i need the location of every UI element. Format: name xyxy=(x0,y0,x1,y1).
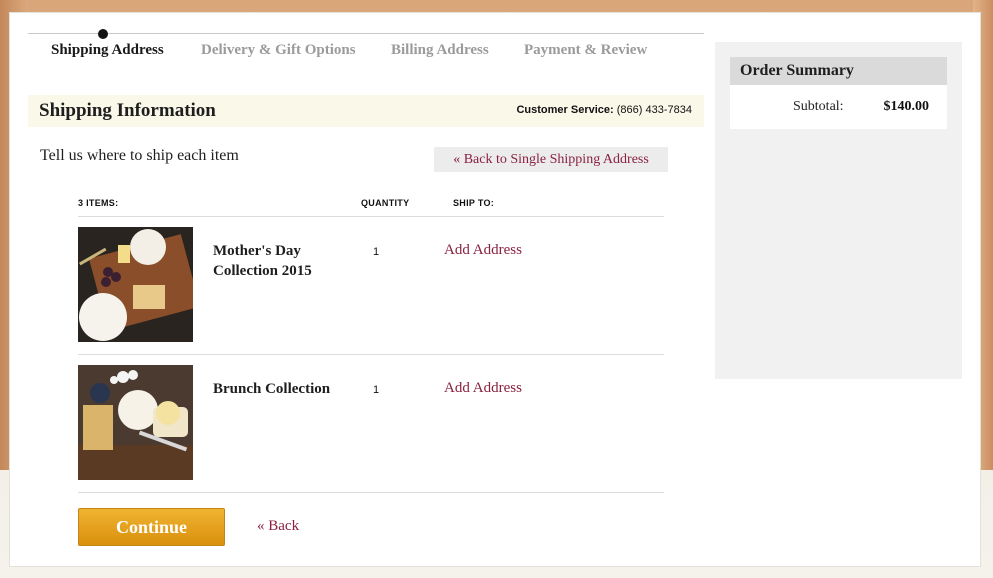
subtotal-label: Subtotal: xyxy=(793,99,844,114)
col-items: 3 ITEMS: xyxy=(78,198,119,208)
current-step-dot xyxy=(98,29,108,39)
step-delivery-gift-options: Delivery & Gift Options xyxy=(201,42,356,58)
continue-button[interactable]: Continue xyxy=(78,508,225,546)
product-quantity: 1 xyxy=(373,246,380,258)
customer-service-phone: (866) 433-7834 xyxy=(616,104,692,116)
intro-text: Tell us where to ship each item xyxy=(40,147,239,164)
checkout-panel: Shipping Address Delivery & Gift Options… xyxy=(9,12,981,567)
table-row: Mother's Day Collection 2015 1 Add Addre… xyxy=(78,216,664,355)
add-address-link[interactable]: Add Address xyxy=(444,242,522,259)
step-billing-address: Billing Address xyxy=(391,42,489,58)
table-row: Brunch Collection 1 Add Address xyxy=(78,354,664,493)
order-summary-body: Subtotal: $140.00 xyxy=(730,85,947,129)
checkout-progress: Shipping Address Delivery & Gift Options… xyxy=(28,29,704,74)
customer-service-label: Customer Service: xyxy=(516,104,614,116)
order-summary-header: Order Summary xyxy=(730,57,947,85)
step-payment-review: Payment & Review xyxy=(524,42,648,58)
product-image-cheese-board[interactable] xyxy=(78,227,193,342)
section-title: Shipping Information xyxy=(39,100,216,121)
shipping-info-bar: Shipping Information Customer Service: (… xyxy=(28,95,704,127)
col-quantity: QUANTITY xyxy=(361,198,410,208)
col-ship-to: SHIP TO: xyxy=(453,198,495,208)
product-quantity: 1 xyxy=(373,384,380,396)
subtotal-value: $140.00 xyxy=(883,99,930,114)
step-shipping-address: Shipping Address xyxy=(51,42,164,58)
customer-service: Customer Service: (866) 433-7834 xyxy=(516,104,692,116)
order-summary-panel: Order Summary Subtotal: $140.00 xyxy=(715,42,962,379)
back-link[interactable]: « Back xyxy=(257,518,299,535)
product-name[interactable]: Brunch Collection xyxy=(213,379,343,399)
back-to-single-shipping-button[interactable]: « Back to Single Shipping Address xyxy=(434,147,668,172)
add-address-link[interactable]: Add Address xyxy=(444,380,522,397)
order-summary-title: Order Summary xyxy=(740,62,854,79)
product-image-brunch[interactable] xyxy=(78,365,193,480)
product-name[interactable]: Mother's Day Collection 2015 xyxy=(213,241,343,281)
items-table-header: 3 ITEMS: QUANTITY SHIP TO: xyxy=(78,197,664,217)
